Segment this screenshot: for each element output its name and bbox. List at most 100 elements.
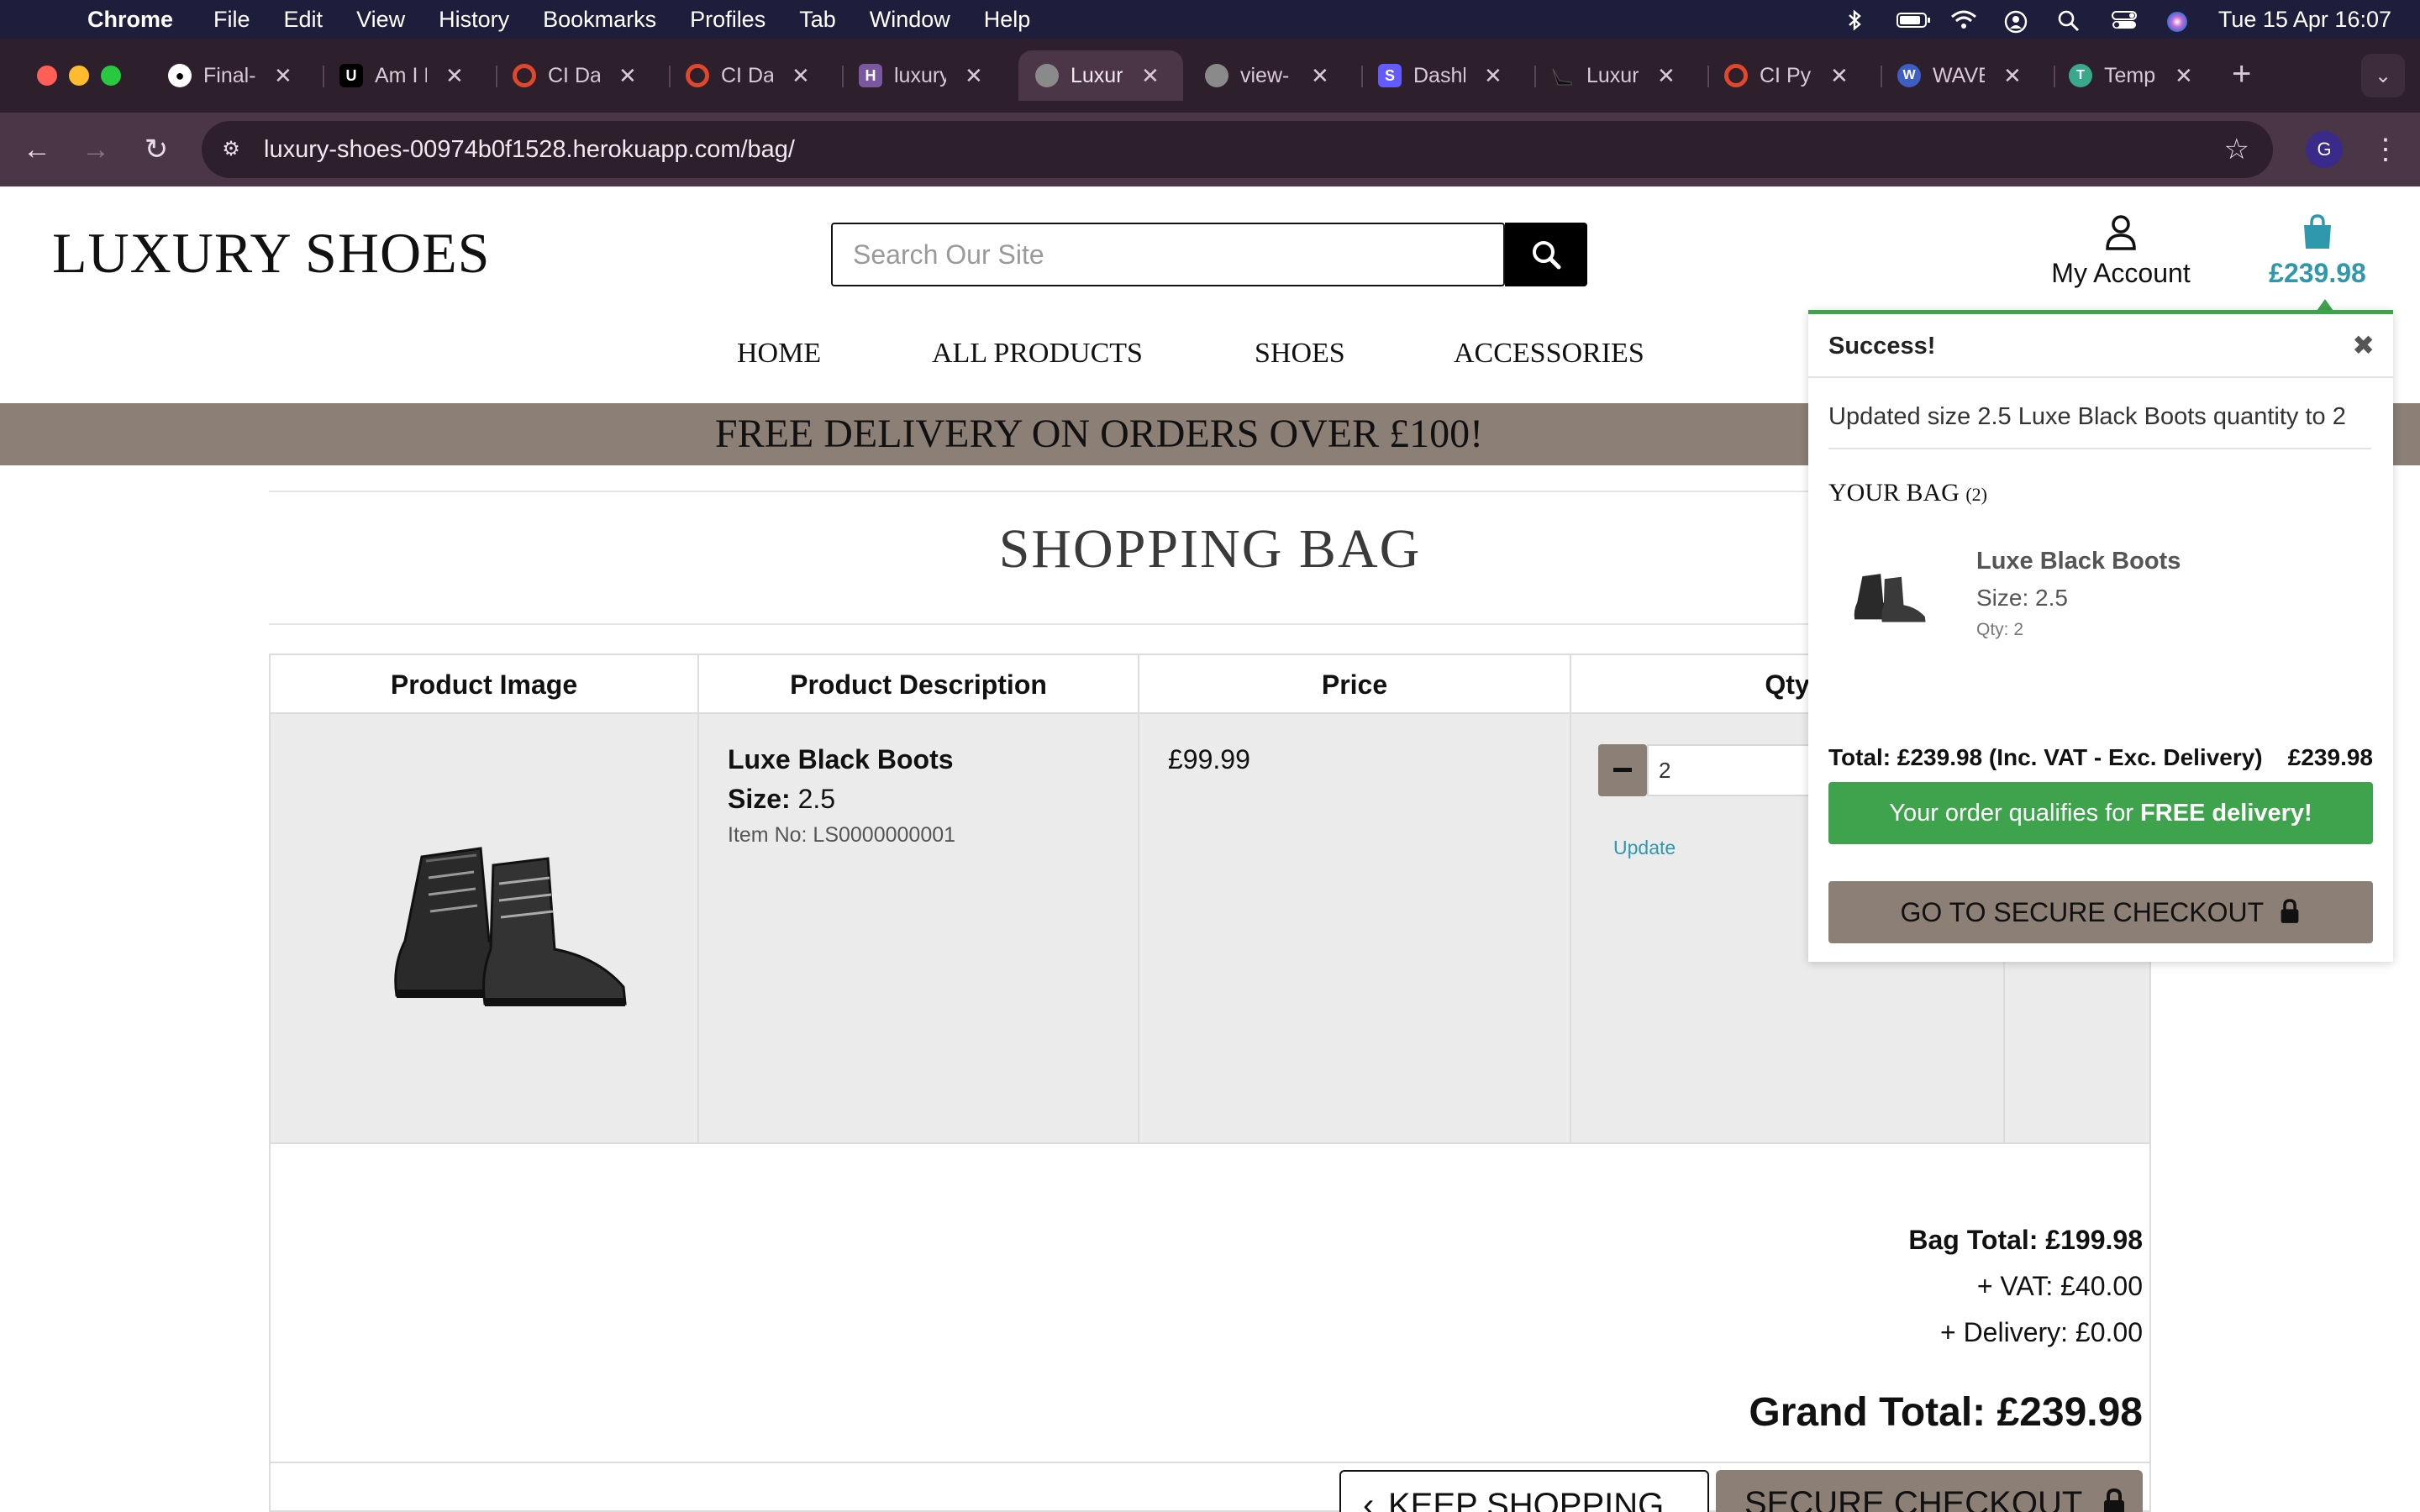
tab-search-chevron-icon[interactable]: ⌄	[2361, 54, 2405, 97]
product-image-boots[interactable]	[388, 840, 632, 1008]
browser-tab[interactable]: CI Py ✕	[1724, 50, 1849, 101]
product-name: Luxe Black Boots	[728, 744, 954, 774]
site-settings-icon[interactable]: ⚙	[217, 136, 245, 163]
browser-tab[interactable]: T Temp ✕	[2069, 50, 2193, 101]
browser-tab[interactable]: H luxury ✕	[859, 50, 983, 101]
bluetooth-icon[interactable]	[1842, 9, 1867, 31]
update-link[interactable]: Update	[1613, 837, 1676, 859]
browser-tab[interactable]: U Am I R ✕	[339, 50, 464, 101]
product-image-cell	[271, 714, 699, 1142]
back-arrow-icon[interactable]: ←	[18, 131, 55, 168]
tab-title: CI Py	[1760, 63, 1812, 87]
tab-close-icon[interactable]: ✕	[274, 63, 292, 89]
chrome-menu-icon[interactable]: ⋮	[2371, 129, 2400, 170]
search-icon	[1533, 241, 1561, 270]
github-icon: ●	[168, 64, 192, 87]
nav-shoes[interactable]: SHOES	[1255, 338, 1345, 370]
decrement-button[interactable]	[1598, 744, 1647, 796]
nav-all-products[interactable]: ALL PRODUCTS	[932, 338, 1143, 370]
browser-tab[interactable]: W WAVE ✕	[1897, 50, 2022, 101]
reload-icon[interactable]: ↻	[138, 131, 175, 168]
secure-checkout-button[interactable]: SECURE CHECKOUT	[1716, 1470, 2143, 1512]
delivery-banner-text: FREE DELIVERY ON ORDERS OVER £100!	[714, 412, 1484, 456]
tab-title: Final-	[203, 63, 255, 87]
tab-title: Dashb	[1413, 63, 1465, 87]
temp-icon: T	[2069, 64, 2092, 87]
keep-shopping-button[interactable]: ‹ KEEP SHOPPING	[1339, 1470, 1709, 1512]
ci-icon	[513, 64, 536, 87]
browser-tab[interactable]: Luxur ✕	[1551, 50, 1676, 101]
browser-tab[interactable]: CI Da ✕	[513, 50, 637, 101]
tab-close-icon[interactable]: ✕	[1484, 63, 1502, 89]
tab-divider	[1361, 66, 1363, 87]
search-button[interactable]	[1505, 223, 1587, 286]
tab-close-icon[interactable]: ✕	[792, 63, 810, 89]
new-tab-plus-icon[interactable]: +	[2232, 55, 2251, 93]
browser-tab[interactable]: CI Da ✕	[686, 50, 810, 101]
minus-icon	[1613, 768, 1632, 772]
tab-close-icon[interactable]: ✕	[965, 63, 983, 89]
toast-item-size: Size: 2.5	[1976, 585, 2068, 611]
menu-tab[interactable]: Tab	[799, 7, 836, 33]
quantity-input[interactable]: 2	[1647, 744, 1817, 796]
address-bar[interactable]: ⚙ luxury-shoes-00974b0f1528.herokuapp.co…	[202, 121, 2273, 178]
site-logo[interactable]: LUXURY SHOES	[52, 220, 490, 286]
menu-file[interactable]: File	[213, 7, 250, 33]
browser-tab-active[interactable]: Luxur ✕	[1018, 50, 1183, 101]
tab-title: view-	[1240, 63, 1290, 87]
toast-close-icon[interactable]: ✖	[2352, 329, 2375, 361]
tab-divider	[669, 66, 671, 87]
tab-close-icon[interactable]: ✕	[1311, 63, 1329, 89]
tab-close-icon[interactable]: ✕	[2175, 63, 2193, 89]
menu-window[interactable]: Window	[870, 7, 950, 33]
menubar-clock[interactable]: Tue 15 Apr 16:07	[2218, 7, 2391, 33]
go-to-checkout-button[interactable]: GO TO SECURE CHECKOUT	[1828, 881, 2373, 943]
heroku-icon: H	[859, 64, 882, 87]
spotlight-search-icon[interactable]	[2057, 9, 2082, 32]
secure-checkout-label: SECURE CHECKOUT	[1744, 1485, 2082, 1512]
window-close-button[interactable]	[37, 66, 57, 86]
my-account-link[interactable]: My Account	[2047, 213, 2195, 289]
menu-help[interactable]: Help	[984, 7, 1031, 33]
battery-icon[interactable]	[1896, 9, 1930, 29]
bookmark-star-icon[interactable]: ☆	[2224, 133, 2249, 166]
window-zoom-button[interactable]	[101, 66, 121, 86]
search-input[interactable]	[833, 224, 1503, 285]
menu-app-name[interactable]: Chrome	[87, 7, 173, 33]
toast-message: Updated size 2.5 Luxe Black Boots quanti…	[1828, 403, 2371, 449]
user-account-icon[interactable]	[2003, 9, 2028, 34]
profile-avatar[interactable]: G	[2306, 131, 2343, 168]
tab-close-icon[interactable]: ✕	[1657, 63, 1676, 89]
globe-icon	[1035, 64, 1059, 87]
tab-close-icon[interactable]: ✕	[445, 63, 464, 89]
browser-tab[interactable]: S Dashb ✕	[1378, 50, 1502, 101]
toast-bag-heading: YOUR BAG (2)	[1828, 479, 1987, 507]
control-center-icon[interactable]	[2111, 9, 2137, 29]
browser-tab[interactable]: ● Final- ✕	[168, 50, 292, 101]
browser-tab[interactable]: view- ✕	[1205, 50, 1329, 101]
globe-icon	[1205, 64, 1228, 87]
tab-close-icon[interactable]: ✕	[1141, 63, 1160, 89]
wifi-icon[interactable]	[1949, 9, 1976, 29]
window-minimize-button[interactable]	[69, 66, 89, 86]
tab-divider	[842, 66, 844, 87]
menu-profiles[interactable]: Profiles	[690, 7, 765, 33]
tab-close-icon[interactable]: ✕	[1830, 63, 1849, 89]
siri-icon[interactable]	[2165, 9, 2190, 32]
my-account-label: My Account	[2051, 258, 2191, 288]
shopping-bag-link[interactable]: £239.98	[2259, 213, 2376, 289]
menu-history[interactable]: History	[439, 7, 509, 33]
browser-tab-strip: ● Final- ✕ U Am I R ✕ CI Da ✕ CI Da ✕ H …	[0, 39, 2420, 113]
tab-close-icon[interactable]: ✕	[2003, 63, 2022, 89]
nav-accessories[interactable]: ACCESSORIES	[1454, 338, 1644, 370]
tab-close-icon[interactable]: ✕	[618, 63, 637, 89]
toast-product-thumbnail[interactable]	[1852, 568, 1928, 627]
lock-icon	[2103, 1488, 2124, 1512]
menu-bookmarks[interactable]: Bookmarks	[543, 7, 656, 33]
nav-home[interactable]: HOME	[737, 338, 821, 370]
forward-arrow-icon[interactable]: →	[77, 131, 114, 168]
url-text[interactable]: luxury-shoes-00974b0f1528.herokuapp.com/…	[264, 121, 795, 178]
menu-edit[interactable]: Edit	[284, 7, 324, 33]
menu-view[interactable]: View	[356, 7, 405, 33]
product-price-cell: £99.99	[1139, 714, 1571, 1142]
